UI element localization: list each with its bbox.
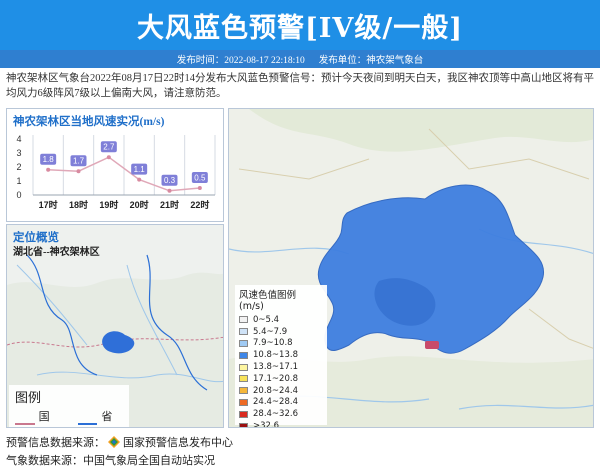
warning-description: 神农架林区气象台2022年08月17日22时14分发布大风蓝色预警信号：预计今天…: [6, 73, 594, 99]
chart-value-label: 1.1: [134, 165, 146, 174]
publisher: 发布单位：神农架气象台: [318, 56, 424, 66]
chart-y-tick: 0: [16, 190, 21, 200]
color-swatch: [239, 339, 248, 347]
color-legend-row: 10.8~13.8: [239, 349, 323, 361]
location-subtitle: 湖北省--神农架林区: [13, 247, 100, 258]
color-legend-row: 17.1~20.8: [239, 373, 323, 385]
color-legend-label: 5.4~7.9: [253, 326, 288, 337]
chart-x-label: 21时: [160, 199, 179, 210]
color-legend-row: 13.8~17.1: [239, 361, 323, 373]
color-legend-label: 20.8~24.4: [253, 385, 298, 396]
chart-point: [197, 186, 202, 190]
color-legend-label: 7.9~10.8: [253, 338, 293, 349]
wind-chart-panel: 神农架林区当地风速实况(m/s) 01234 1.8 1.7 2.7 1.1 0.3 0.…: [6, 108, 224, 222]
color-legend-label: 10.8~13.8: [253, 350, 298, 361]
chart-value-label: 1.7: [73, 157, 85, 166]
chart-point: [46, 167, 51, 172]
info-bar: 发布时间：2022-08-17 22:18:10 发布单位：神农架气象台: [0, 50, 600, 68]
station-marker: [425, 341, 439, 349]
legend-row: 国界 省界: [15, 408, 123, 427]
color-legend-row: 7.9~10.8: [239, 338, 323, 350]
color-swatch: [239, 398, 248, 406]
warning-map-panel: 风速色值图例 (m/s) 0~5.4 5.4~7.9 7.9~10.8 10.8~13…: [228, 108, 594, 428]
color-legend-label: >32.6: [253, 421, 280, 428]
chart-y-tick: 1: [16, 176, 21, 186]
chart-point: [106, 155, 111, 160]
chart-point: [76, 169, 81, 174]
national-border-line: [15, 423, 35, 425]
province-border-line: [77, 423, 98, 425]
legend-label-national: 国界: [38, 410, 50, 427]
color-legend-title: 风速色值图例 (m/s): [239, 290, 297, 312]
color-legend-row: 24.4~28.4: [239, 397, 323, 409]
warning-title: 大风蓝色预警[IV级/一般]: [137, 12, 463, 44]
location-panel: 定位概览 湖北省--神农架林区 图例 国界 省界: [6, 224, 224, 428]
chart-y-tick: 3: [16, 148, 21, 158]
color-swatch: [239, 363, 248, 371]
location-legend-title: 图例: [15, 391, 42, 406]
location-legend: 图例 国界 省界: [9, 385, 129, 427]
chart-x-label: 18时: [69, 199, 88, 210]
publish-time: 发布时间：2022-08-17 22:18:10: [176, 56, 305, 66]
color-legend-row: 0~5.4: [239, 314, 323, 326]
chart-x-label: 19时: [99, 199, 118, 210]
chart-x-label: 22时: [190, 199, 209, 210]
color-swatch: [239, 422, 248, 427]
chart-value-label: 0.3: [164, 176, 176, 185]
color-swatch: [239, 410, 248, 418]
color-legend-label: 24.4~28.4: [253, 397, 298, 408]
color-legend-row: 20.8~24.4: [239, 385, 323, 397]
color-legend-label: 0~5.4: [253, 314, 280, 325]
warning-center-logo-icon: [108, 436, 120, 448]
warning-source-label: 预警信息数据来源：: [6, 436, 105, 449]
chart-value-label: 2.7: [103, 143, 115, 152]
wind-chart: 0 1 2 3 4 1.8 1.7 2.7 1.1 0.3 0.5 17时 18时 19时 20时 21时…: [16, 134, 216, 210]
weather-source-label: 气象数据来源：中国气象局全国自动站实况: [6, 454, 215, 467]
chart-point: [167, 188, 172, 193]
color-swatch: [239, 316, 248, 324]
color-swatch: [239, 351, 248, 359]
warning-source-org: 国家预警信息发布中心: [123, 436, 233, 449]
chart-x-label: 20时: [130, 199, 149, 210]
wind-color-legend: 风速色值图例 (m/s) 0~5.4 5.4~7.9 7.9~10.8 10.8~13…: [235, 285, 327, 428]
color-swatch: [239, 375, 248, 383]
legend-label-province: 省界: [101, 410, 113, 427]
chart-x-label: 17时: [39, 199, 58, 210]
chart-value-label: 1.8: [43, 155, 55, 164]
color-legend-label: 28.4~32.6: [253, 409, 298, 420]
color-legend-label: 13.8~17.1: [253, 362, 298, 373]
chart-y-tick: 2: [16, 162, 21, 172]
color-swatch: [239, 328, 248, 336]
title-bar: 大风蓝色预警[IV级/一般]: [0, 0, 600, 50]
color-legend-row: 5.4~7.9: [239, 326, 323, 338]
chart-point: [137, 177, 142, 182]
color-legend-row: 28.4~32.6: [239, 408, 323, 420]
color-legend-label: 17.1~20.8: [253, 373, 298, 384]
color-legend-row: >32.6: [239, 420, 323, 428]
warning-source-line: 预警信息数据来源： 国家预警信息发布中心: [6, 434, 233, 450]
chart-value-label: 0.5: [194, 173, 206, 182]
weather-source-line: 气象数据来源：中国气象局全国自动站实况: [6, 452, 215, 468]
color-swatch: [239, 387, 248, 395]
chart-y-tick: 4: [16, 134, 21, 144]
